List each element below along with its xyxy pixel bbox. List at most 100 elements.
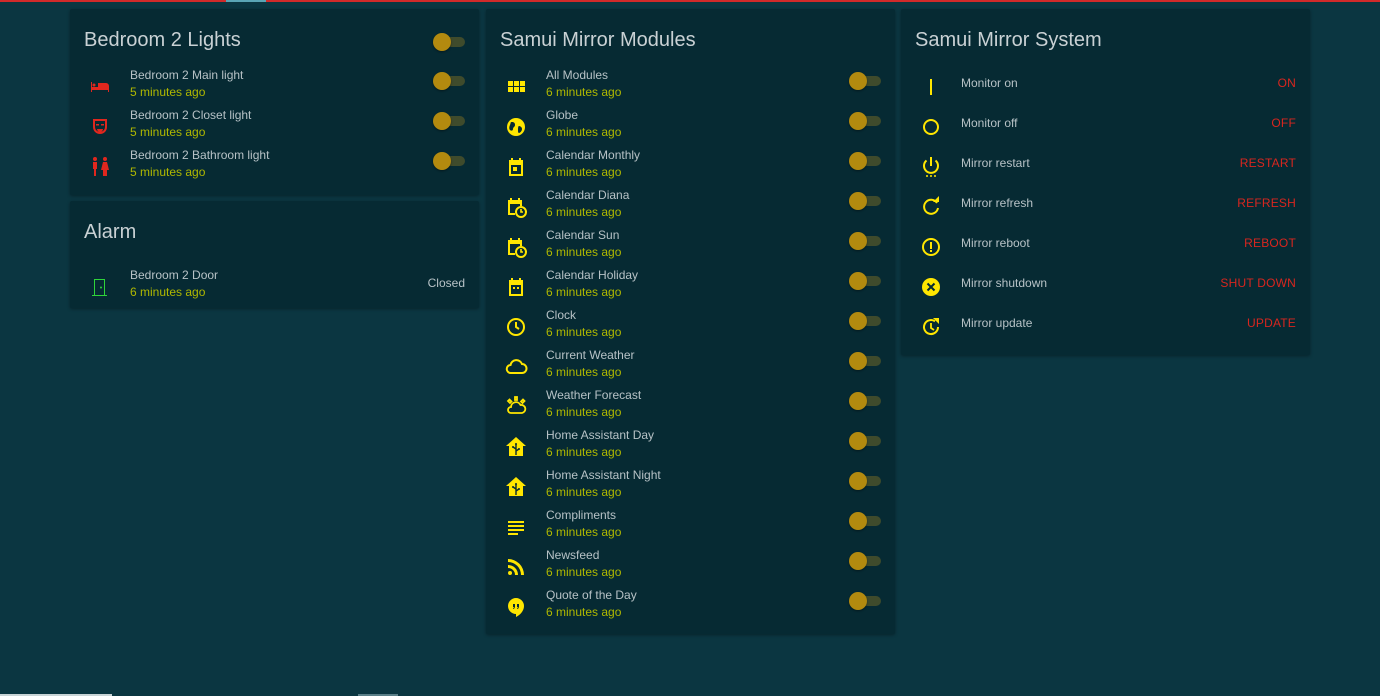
on-button[interactable]: ON xyxy=(1278,76,1296,90)
mask-icon xyxy=(88,115,112,139)
toggle-switch[interactable] xyxy=(849,112,881,130)
clock-icon xyxy=(504,315,528,339)
toggle-switch[interactable] xyxy=(849,312,881,330)
update-button[interactable]: UPDATE xyxy=(1247,316,1296,330)
entity-name: Bedroom 2 Closet light xyxy=(130,108,252,122)
entity-name: Bedroom 2 Door xyxy=(130,268,219,282)
list-item[interactable]: Bedroom 2 Closet light 5 minutes ago xyxy=(70,108,479,148)
rss-icon xyxy=(504,555,528,579)
list-item[interactable]: Calendar Diana 6 minutes ago xyxy=(486,188,895,228)
calendar-clock-icon xyxy=(504,235,528,259)
list-item[interactable]: Bedroom 2 Main light 5 minutes ago xyxy=(70,68,479,108)
entity-time: 6 minutes ago xyxy=(546,325,622,339)
list-item[interactable]: All Modules 6 minutes ago xyxy=(486,68,895,108)
bedroom-lights-card: Bedroom 2 Lights Bedroom 2 Main light 5 m… xyxy=(70,9,479,195)
list-item[interactable]: Bedroom 2 Bathroom light 5 minutes ago xyxy=(70,148,479,188)
entity-time: 6 minutes ago xyxy=(546,205,622,219)
toggle-switch[interactable] xyxy=(433,112,465,130)
entity-name: Mirror reboot xyxy=(961,236,1030,250)
close-circle-icon xyxy=(919,275,943,299)
toggle-switch[interactable] xyxy=(849,192,881,210)
list-item[interactable]: Quote of the Day 6 minutes ago xyxy=(486,588,895,628)
list-item: Mirror refresh REFRESH xyxy=(901,188,1310,228)
list-item[interactable]: Calendar Holiday 6 minutes ago xyxy=(486,268,895,308)
entity-name: Compliments xyxy=(546,508,617,522)
entity-name: All Modules xyxy=(546,68,609,82)
entity-time: 6 minutes ago xyxy=(130,285,206,299)
home-assistant-icon xyxy=(504,435,528,459)
entity-name: Weather Forecast xyxy=(546,388,642,402)
toggle-switch[interactable] xyxy=(849,512,881,530)
entity-time: 6 minutes ago xyxy=(546,445,622,459)
entity-name: Home Assistant Night xyxy=(546,468,661,482)
list-item[interactable]: Newsfeed 6 minutes ago xyxy=(486,548,895,588)
entity-time: 6 minutes ago xyxy=(546,85,622,99)
shut-down-button[interactable]: SHUT DOWN xyxy=(1220,276,1296,290)
calendar-clock-icon xyxy=(504,195,528,219)
card-title: Alarm xyxy=(84,221,137,243)
toggle-switch[interactable] xyxy=(433,152,465,170)
entity-name: Newsfeed xyxy=(546,548,600,562)
toggle-switch[interactable] xyxy=(849,272,881,290)
card-title: Samui Mirror Modules xyxy=(500,29,696,51)
restart-button[interactable]: RESTART xyxy=(1240,156,1296,170)
list-item: Mirror update UPDATE xyxy=(901,308,1310,348)
quote-bubble-icon xyxy=(504,595,528,619)
list-item[interactable]: Compliments 6 minutes ago xyxy=(486,508,895,548)
entity-name: Bedroom 2 Bathroom light xyxy=(130,148,270,162)
list-item: Monitor on ON xyxy=(901,68,1310,108)
entity-name: Calendar Monthly xyxy=(546,148,641,162)
list-item[interactable]: Weather Forecast 6 minutes ago xyxy=(486,388,895,428)
home-assistant-icon xyxy=(504,475,528,499)
entity-name: Globe xyxy=(546,108,579,122)
toggle-switch[interactable] xyxy=(849,472,881,490)
list-item[interactable]: Home Assistant Night 6 minutes ago xyxy=(486,468,895,508)
toggle-switch[interactable] xyxy=(849,592,881,610)
card-title: Samui Mirror System xyxy=(915,29,1102,51)
entity-time: 5 minutes ago xyxy=(130,125,206,139)
toggle-switch[interactable] xyxy=(849,152,881,170)
view-module-icon xyxy=(504,75,528,99)
toggle-switch[interactable] xyxy=(849,432,881,450)
entity-time: 6 minutes ago xyxy=(546,605,622,619)
toggle-switch[interactable] xyxy=(433,72,465,90)
list-item: Mirror shutdown SHUT DOWN xyxy=(901,268,1310,308)
list-item: Mirror reboot REBOOT xyxy=(901,228,1310,268)
toggle-switch[interactable] xyxy=(849,552,881,570)
off-button[interactable]: OFF xyxy=(1271,116,1296,130)
alert-circle-icon xyxy=(919,235,943,259)
entity-name: Home Assistant Day xyxy=(546,428,655,442)
list-item[interactable]: Bedroom 2 Door 6 minutes ago Closed xyxy=(70,268,479,308)
entity-name: Mirror refresh xyxy=(961,196,1034,210)
toggle-switch[interactable] xyxy=(849,352,881,370)
entity-name: Quote of the Day xyxy=(546,588,637,602)
alarm-card: Alarm Bedroom 2 Door 6 minutes ago Close… xyxy=(70,201,479,308)
cloud-icon xyxy=(504,355,528,379)
weather-partly-cloudy-icon xyxy=(504,395,528,419)
reboot-button[interactable]: REBOOT xyxy=(1244,236,1296,250)
list-item[interactable]: Calendar Sun 6 minutes ago xyxy=(486,228,895,268)
toggle-switch[interactable] xyxy=(849,392,881,410)
entity-name: Bedroom 2 Main light xyxy=(130,68,244,82)
globe-icon xyxy=(504,115,528,139)
refresh-button[interactable]: REFRESH xyxy=(1237,196,1296,210)
toggle-switch[interactable] xyxy=(849,72,881,90)
list-item[interactable]: Home Assistant Day 6 minutes ago xyxy=(486,428,895,468)
entity-name: Monitor off xyxy=(961,116,1018,130)
toggle-switch[interactable] xyxy=(849,232,881,250)
list-item[interactable]: Globe 6 minutes ago xyxy=(486,108,895,148)
entity-name: Monitor on xyxy=(961,76,1018,90)
list-item[interactable]: Calendar Monthly 6 minutes ago xyxy=(486,148,895,188)
entity-time: 6 minutes ago xyxy=(546,525,622,539)
list-item[interactable]: Current Weather 6 minutes ago xyxy=(486,348,895,388)
entity-name: Mirror restart xyxy=(961,156,1030,170)
list-item: Mirror restart RESTART xyxy=(901,148,1310,188)
refresh-icon xyxy=(919,195,943,219)
group-toggle[interactable] xyxy=(433,33,465,51)
power-off-icon xyxy=(919,115,943,139)
list-item[interactable]: Clock 6 minutes ago xyxy=(486,308,895,348)
entity-time: 6 minutes ago xyxy=(546,245,622,259)
card-title: Bedroom 2 Lights xyxy=(84,29,241,51)
entity-time: 6 minutes ago xyxy=(546,365,622,379)
entity-time: 5 minutes ago xyxy=(130,85,206,99)
